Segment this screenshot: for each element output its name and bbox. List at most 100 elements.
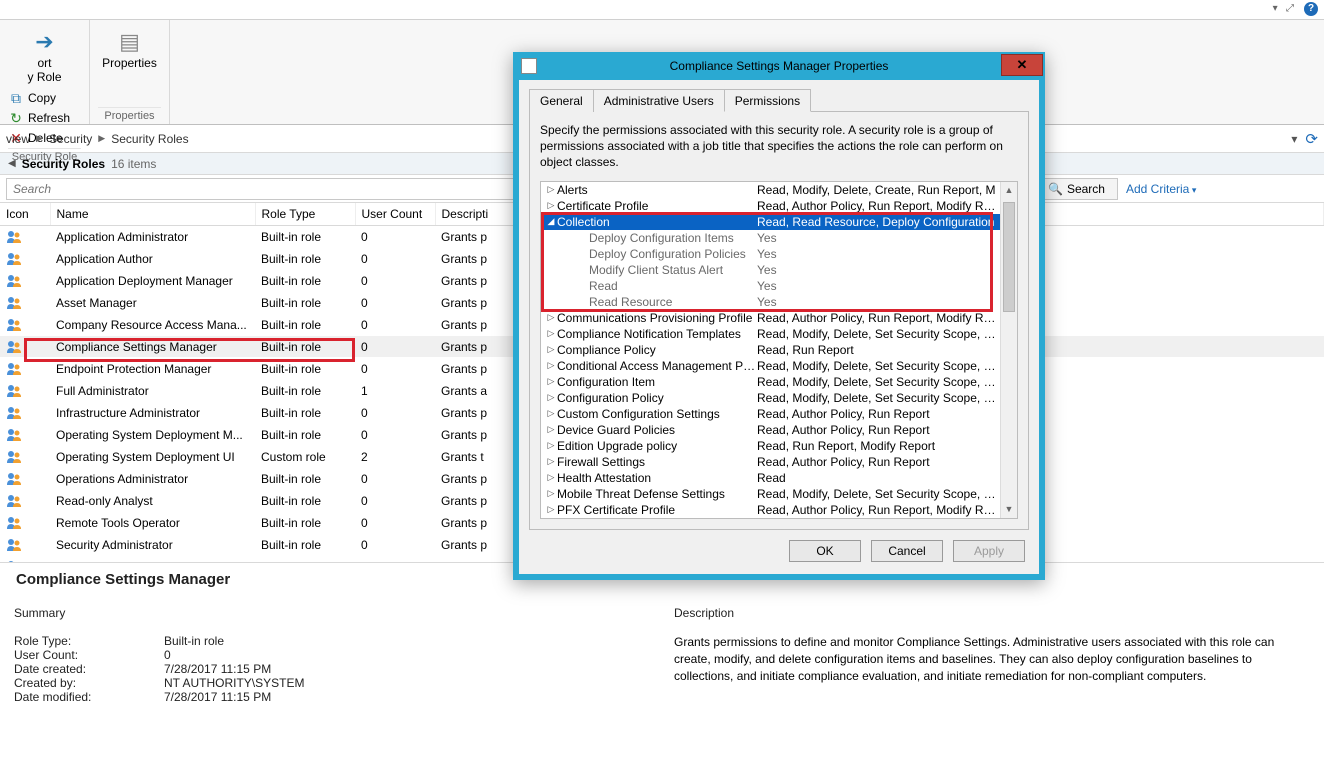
role-name: Remote Tools Operator <box>50 512 255 534</box>
list-title: Security Roles <box>22 157 105 171</box>
role-icon <box>6 273 22 289</box>
dialog-titlebar[interactable]: Compliance Settings Manager Properties ✕ <box>513 52 1045 80</box>
kv-roletype-v: Built-in role <box>164 634 224 648</box>
twisty-icon[interactable]: ▷ <box>545 376 557 387</box>
add-criteria-button[interactable]: Add Criteria <box>1122 182 1196 196</box>
twisty-icon[interactable]: ▷ <box>545 440 557 451</box>
cancel-button[interactable]: Cancel <box>871 540 943 562</box>
permission-subitem[interactable]: Read ResourceYes <box>541 294 1000 310</box>
twisty-icon[interactable]: ▷ <box>545 312 557 323</box>
permission-name: Modify Client Status Alert <box>557 263 757 277</box>
permission-item[interactable]: ▷Compliance PolicyRead, Run Report <box>541 342 1000 358</box>
breadcrumb-view[interactable]: view <box>6 132 30 146</box>
permissions-scrollbar[interactable]: ▲ ▼ <box>1000 182 1017 518</box>
col-usercount[interactable]: User Count <box>355 203 435 226</box>
permission-item[interactable]: ▷Firewall SettingsRead, Author Policy, R… <box>541 454 1000 470</box>
refresh-breadcrumb-icon[interactable]: ⟳ <box>1305 130 1318 148</box>
permission-item[interactable]: ▷AlertsRead, Modify, Delete, Create, Run… <box>541 182 1000 198</box>
permission-name: Firewall Settings <box>557 455 757 469</box>
apply-button[interactable]: Apply <box>953 540 1025 562</box>
tab-admin-users[interactable]: Administrative Users <box>593 89 725 112</box>
twisty-icon[interactable]: ▷ <box>545 184 557 195</box>
permission-item[interactable]: ▷Custom Configuration SettingsRead, Auth… <box>541 406 1000 422</box>
permission-value: Read, Modify, Delete, Set Security Scope… <box>757 391 996 405</box>
permission-value: Read, Run Report <box>757 343 996 357</box>
role-name: Compliance Settings Manager <box>50 336 255 358</box>
permission-item[interactable]: ▷Mobile Threat Defense SettingsRead, Mod… <box>541 486 1000 502</box>
twisty-icon[interactable]: ▷ <box>545 424 557 435</box>
twisty-icon[interactable]: ▷ <box>545 344 557 355</box>
permission-item[interactable]: ▷Device Guard PoliciesRead, Author Polic… <box>541 422 1000 438</box>
permission-item[interactable]: ▷PFX Certificate ProfileRead, Author Pol… <box>541 502 1000 518</box>
role-icon <box>6 383 22 399</box>
permission-item[interactable]: ▷Health AttestationRead <box>541 470 1000 486</box>
dialog-icon <box>521 58 537 74</box>
permission-name: Alerts <box>557 183 757 197</box>
twisty-icon[interactable]: ▷ <box>545 456 557 467</box>
twisty-icon[interactable]: ▷ <box>545 504 557 515</box>
help-icon[interactable]: ? <box>1304 2 1318 16</box>
permission-item[interactable]: ▷Configuration PolicyRead, Modify, Delet… <box>541 390 1000 406</box>
role-usercount: 0 <box>355 292 435 314</box>
permission-item[interactable]: ▷Communications Provisioning ProfileRead… <box>541 310 1000 326</box>
permission-name: Communications Provisioning Profile <box>557 311 757 325</box>
close-button[interactable]: ✕ <box>1001 54 1043 76</box>
twisty-icon[interactable]: ▷ <box>545 472 557 483</box>
tab-permissions[interactable]: Permissions <box>724 89 811 112</box>
col-icon[interactable]: Icon <box>0 203 50 226</box>
search-button[interactable]: 🔍Search <box>1035 178 1118 200</box>
permission-subitem[interactable]: Modify Client Status AlertYes <box>541 262 1000 278</box>
breadcrumb-security-roles[interactable]: Security Roles <box>111 132 188 146</box>
refresh-button[interactable]: ↻Refresh <box>8 108 81 128</box>
twisty-icon[interactable]: ▷ <box>545 408 557 419</box>
kv-modified-k: Date modified: <box>14 690 164 704</box>
permission-value: Yes <box>757 279 996 293</box>
collapse-icon[interactable]: ◀ <box>8 158 16 169</box>
twisty-icon[interactable]: ▷ <box>545 488 557 499</box>
permission-name: Compliance Policy <box>557 343 757 357</box>
breadcrumb-security[interactable]: Security <box>49 132 92 146</box>
properties-button[interactable]: ▤ Properties <box>98 24 161 74</box>
permission-item[interactable]: ▷Conditional Access Management ProfilesR… <box>541 358 1000 374</box>
permission-value: Read, Author Policy, Run Report, Modify … <box>757 199 996 213</box>
kv-createdby-v: NT AUTHORITY\SYSTEM <box>164 676 304 690</box>
dropdown-icon[interactable]: ▾ <box>1291 132 1297 146</box>
permission-subitem[interactable]: Deploy Configuration ItemsYes <box>541 230 1000 246</box>
permissions-desc: Specify the permissions associated with … <box>540 122 1018 171</box>
role-type: Built-in role <box>255 314 355 336</box>
permission-item[interactable]: ▷Edition Upgrade policyRead, Run Report,… <box>541 438 1000 454</box>
scroll-up-icon[interactable]: ▲ <box>1001 182 1017 199</box>
permission-subitem[interactable]: Deploy Configuration PoliciesYes <box>541 246 1000 262</box>
col-name[interactable]: Name <box>50 203 255 226</box>
description-heading: Description <box>674 606 1310 620</box>
permission-subitem[interactable]: ReadYes <box>541 278 1000 294</box>
twisty-icon[interactable]: ▷ <box>545 328 557 339</box>
kv-created-k: Date created: <box>14 662 164 676</box>
role-icon <box>6 229 22 245</box>
role-usercount: 0 <box>355 424 435 446</box>
twisty-icon[interactable]: ▷ <box>545 200 557 211</box>
copy-button[interactable]: ⧉Copy <box>8 88 81 108</box>
permission-value: Read, Read Resource, Deploy Configuratio… <box>757 215 996 229</box>
ok-button[interactable]: OK <box>789 540 861 562</box>
permission-value: Read, Modify, Delete, Create, Run Report… <box>757 183 996 197</box>
scroll-down-icon[interactable]: ▼ <box>1001 501 1017 518</box>
permissions-tree[interactable]: ▷AlertsRead, Modify, Delete, Create, Run… <box>540 181 1018 519</box>
permission-item[interactable]: ▷Compliance Notification TemplatesRead, … <box>541 326 1000 342</box>
permission-item[interactable]: ◢CollectionRead, Read Resource, Deploy C… <box>541 214 1000 230</box>
scrollbar-thumb[interactable] <box>1003 202 1015 312</box>
window-controls[interactable]: ▾ ⤢ <box>1273 3 1294 14</box>
twisty-icon[interactable]: ▷ <box>545 392 557 403</box>
twisty-icon[interactable]: ◢ <box>545 216 557 227</box>
twisty-icon[interactable]: ▷ <box>545 360 557 371</box>
import-security-role-button[interactable]: ➔ ort y Role <box>8 24 81 88</box>
permission-item[interactable]: ▷Configuration ItemRead, Modify, Delete,… <box>541 374 1000 390</box>
permission-name: Read Resource <box>557 295 757 309</box>
role-name: Endpoint Protection Manager <box>50 358 255 380</box>
permission-item[interactable]: ▷Certificate ProfileRead, Author Policy,… <box>541 198 1000 214</box>
tab-general[interactable]: General <box>529 89 594 112</box>
col-roletype[interactable]: Role Type <box>255 203 355 226</box>
copy-icon: ⧉ <box>8 90 24 106</box>
role-icon <box>6 295 22 311</box>
role-usercount: 0 <box>355 512 435 534</box>
